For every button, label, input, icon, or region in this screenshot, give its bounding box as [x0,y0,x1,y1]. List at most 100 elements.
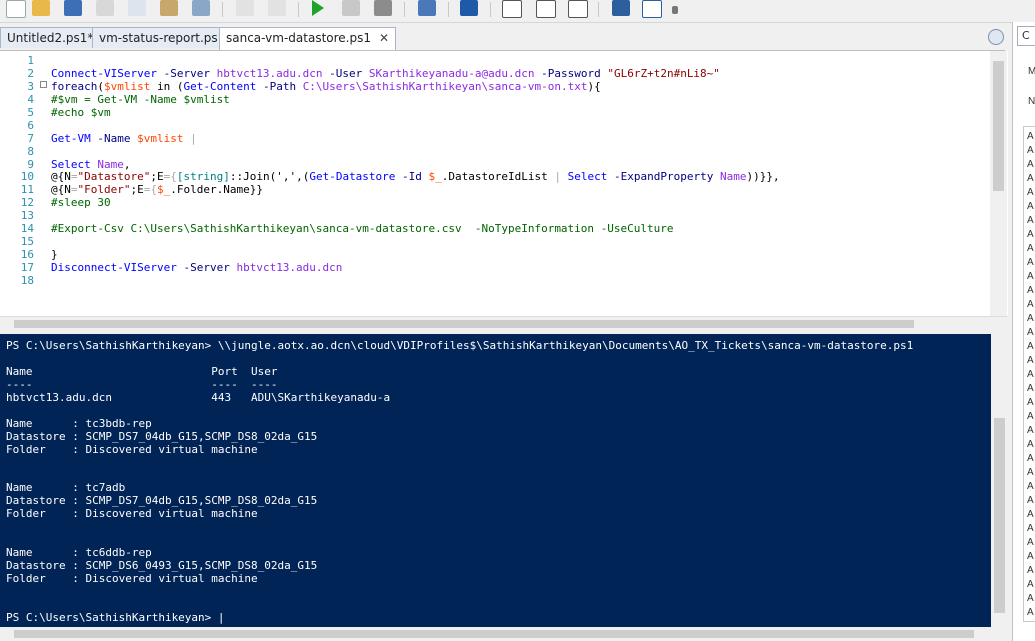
command-list-item[interactable]: A [1027,271,1034,282]
stop-icon[interactable] [374,0,392,16]
code-line: foreach($vmlist in (Get-Content -Path C:… [51,79,780,94]
token: .DatastoreIdList [441,170,548,184]
command-list-item[interactable]: A [1027,481,1034,492]
open-folder-icon[interactable] [32,0,50,16]
command-list-item[interactable]: A [1027,495,1034,506]
token: E [156,170,164,184]
command-list-item[interactable]: A [1027,201,1034,212]
commands-tab[interactable]: C [1017,26,1035,46]
scrollbar-thumb[interactable] [994,418,1005,613]
console-line: Name : tc3bdb-rep [6,416,152,430]
line-number: 8 [27,144,34,158]
tab-untitled2[interactable]: Untitled2.ps1* [0,27,101,48]
show-commands-icon[interactable] [642,0,662,18]
command-list-item[interactable]: A [1027,593,1034,604]
layout-top-icon[interactable] [502,0,522,18]
line-number: 5 [27,105,34,119]
toolbar-separator [448,2,449,17]
console-prompt[interactable]: PS C:\Users\SathishKarthikeyan> | [6,611,913,625]
cut-icon[interactable] [96,0,114,16]
save-icon[interactable] [64,0,82,16]
powershell-console-icon[interactable] [460,0,478,16]
toolbar-separator [298,2,299,17]
copy-icon[interactable] [128,0,146,16]
token: foreach [51,79,98,93]
line-number: 7 [27,131,34,145]
command-list-item[interactable]: A [1027,257,1034,268]
module-label: M [1028,66,1035,77]
command-list-item[interactable]: A [1027,355,1034,366]
clear-icon[interactable] [192,0,210,16]
fold-marker-icon[interactable] [40,81,47,88]
console-line: hbtvct13.adu.dcn 443 ADU\SKarthikeyanadu… [6,390,391,404]
layout-right-icon[interactable] [536,0,556,18]
command-list-item[interactable]: A [1027,215,1034,226]
command-list-item[interactable]: A [1027,313,1034,324]
run-script-icon[interactable] [312,0,324,16]
console-line: Name : tc6ddb-rep [6,546,152,559]
command-list-item[interactable]: A [1027,327,1034,338]
paste-icon[interactable] [160,0,178,16]
command-list-item[interactable]: A [1027,565,1034,576]
script-editor[interactable]: 1 2 3 4 5 6 7 8 9 10 11 12 13 14 15 16 1… [0,51,1008,316]
command-list-item[interactable]: A [1027,299,1034,310]
code-line: #sleep 30 [51,196,111,210]
token: -User [322,66,369,80]
close-icon[interactable]: ✕ [379,28,389,49]
command-list-item[interactable]: A [1027,369,1034,380]
console-horizontal-scrollbar[interactable] [0,627,1008,641]
tab-vm-status-report[interactable]: vm-status-report.ps1 [92,27,233,48]
command-list-item[interactable]: A [1027,159,1034,170]
scrollbar-thumb[interactable] [14,630,974,638]
run-selection-icon[interactable] [342,0,360,16]
editor-horizontal-scrollbar[interactable] [0,316,1008,331]
command-list-item[interactable]: A [1027,467,1034,478]
console-vertical-scrollbar[interactable] [991,334,1008,627]
remote-powershell-icon[interactable] [418,0,436,16]
command-list-item[interactable]: A [1027,579,1034,590]
command-list-item[interactable]: A [1027,607,1034,618]
command-list-item[interactable]: A [1027,397,1034,408]
command-list-item[interactable]: A [1027,229,1034,240]
token: -Path [256,79,303,93]
command-list-item[interactable]: A [1027,341,1034,352]
line-number: 6 [27,118,34,132]
command-list-item[interactable]: A [1027,537,1034,548]
token: ; [150,170,157,184]
command-list-item[interactable]: A [1027,131,1034,142]
token: Select [51,157,91,171]
token: @{ [51,183,65,197]
editor-vertical-scrollbar[interactable] [990,51,1007,316]
command-list-item[interactable]: A [1027,509,1034,520]
command-list-item[interactable]: A [1027,383,1034,394]
token: SKarthikeyanadu-a@adu.dcn [368,66,535,80]
command-list-item[interactable]: A [1027,453,1034,464]
command-list-item[interactable]: A [1027,173,1034,184]
command-list-item[interactable]: A [1027,411,1034,422]
code-area[interactable]: Connect-VIServer -Server hbtvct13.adu.dc… [51,55,780,288]
console-pane[interactable]: PS C:\Users\SathishKarthikeyan> \\jungle… [0,334,1008,627]
command-list-item[interactable]: A [1027,145,1034,156]
command-list-item[interactable]: A [1027,243,1034,254]
command-list-item[interactable]: A [1027,523,1034,534]
tab-sanca-vm-datastore[interactable]: sanca-vm-datastore.ps1 ✕ [219,27,397,50]
command-list-item[interactable]: A [1027,425,1034,436]
code-line: #$vm = Get-VM -Name $vmlist [51,92,230,106]
new-file-icon[interactable] [6,0,26,18]
command-list-item[interactable]: A [1027,551,1034,562]
command-list-item[interactable]: A [1027,187,1034,198]
collapse-script-pane-icon[interactable] [988,29,1004,45]
toolbar-overflow-icon[interactable] [672,6,678,14]
scrollbar-thumb[interactable] [14,320,914,328]
scrollbar-thumb[interactable] [993,61,1004,191]
redo-icon[interactable] [268,0,286,16]
command-list-item[interactable]: A [1027,439,1034,450]
show-script-pane-icon[interactable] [612,0,630,16]
token: -Server [156,66,217,80]
layout-max-icon[interactable] [568,0,588,18]
command-list-item[interactable]: A [1027,285,1034,296]
command-list[interactable]: AAAAAAAAAAAAAAAAAAAAAAAAAAAAAAAAAAA [1023,126,1035,622]
undo-icon[interactable] [236,0,254,16]
